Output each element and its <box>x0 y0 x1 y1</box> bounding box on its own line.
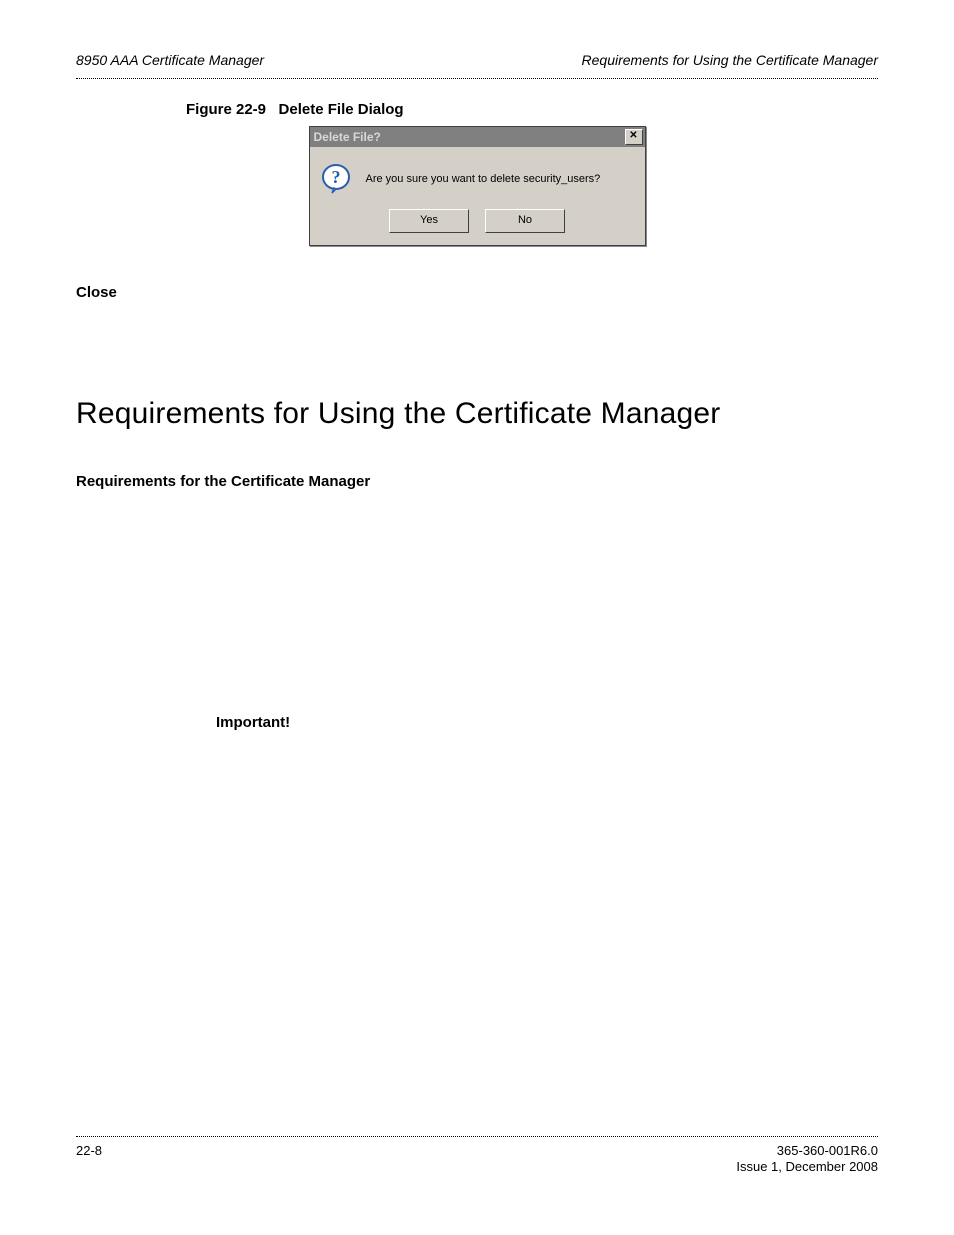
yes-button[interactable]: Yes <box>389 209 469 233</box>
close-icon[interactable]: ✕ <box>625 129 643 145</box>
page-number: 22-8 <box>76 1143 102 1158</box>
dialog-message: Are you sure you want to delete security… <box>366 173 601 185</box>
important-label: Important! <box>216 714 878 731</box>
dialog-title: Delete File? <box>314 130 381 144</box>
dialog-titlebar: Delete File? ✕ <box>310 127 645 147</box>
section-title: Requirements for Using the Certificate M… <box>76 397 878 431</box>
svg-text:?: ? <box>331 167 340 187</box>
question-icon: ? <box>320 163 352 195</box>
doc-id: 365-360-001R6.0 <box>736 1143 878 1159</box>
header-left: 8950 AAA Certificate Manager <box>76 52 264 68</box>
delete-file-dialog: Delete File? ✕ ? Are you sure you want t… <box>309 126 646 246</box>
header-right: Requirements for Using the Certificate M… <box>582 52 878 68</box>
footer-rule <box>76 1136 878 1137</box>
figure-caption: Figure 22-9 Delete File Dialog <box>186 101 878 118</box>
close-heading: Close <box>76 284 878 301</box>
figure-number: Figure 22-9 <box>186 101 266 118</box>
page-footer: 22-8 365-360-001R6.0 Issue 1, December 2… <box>76 1136 878 1176</box>
no-button[interactable]: No <box>485 209 565 233</box>
figure-title: Delete File Dialog <box>279 101 404 118</box>
issue-line: Issue 1, December 2008 <box>736 1159 878 1175</box>
header-rule <box>76 78 878 79</box>
subheading: Requirements for the Certificate Manager <box>76 473 878 490</box>
